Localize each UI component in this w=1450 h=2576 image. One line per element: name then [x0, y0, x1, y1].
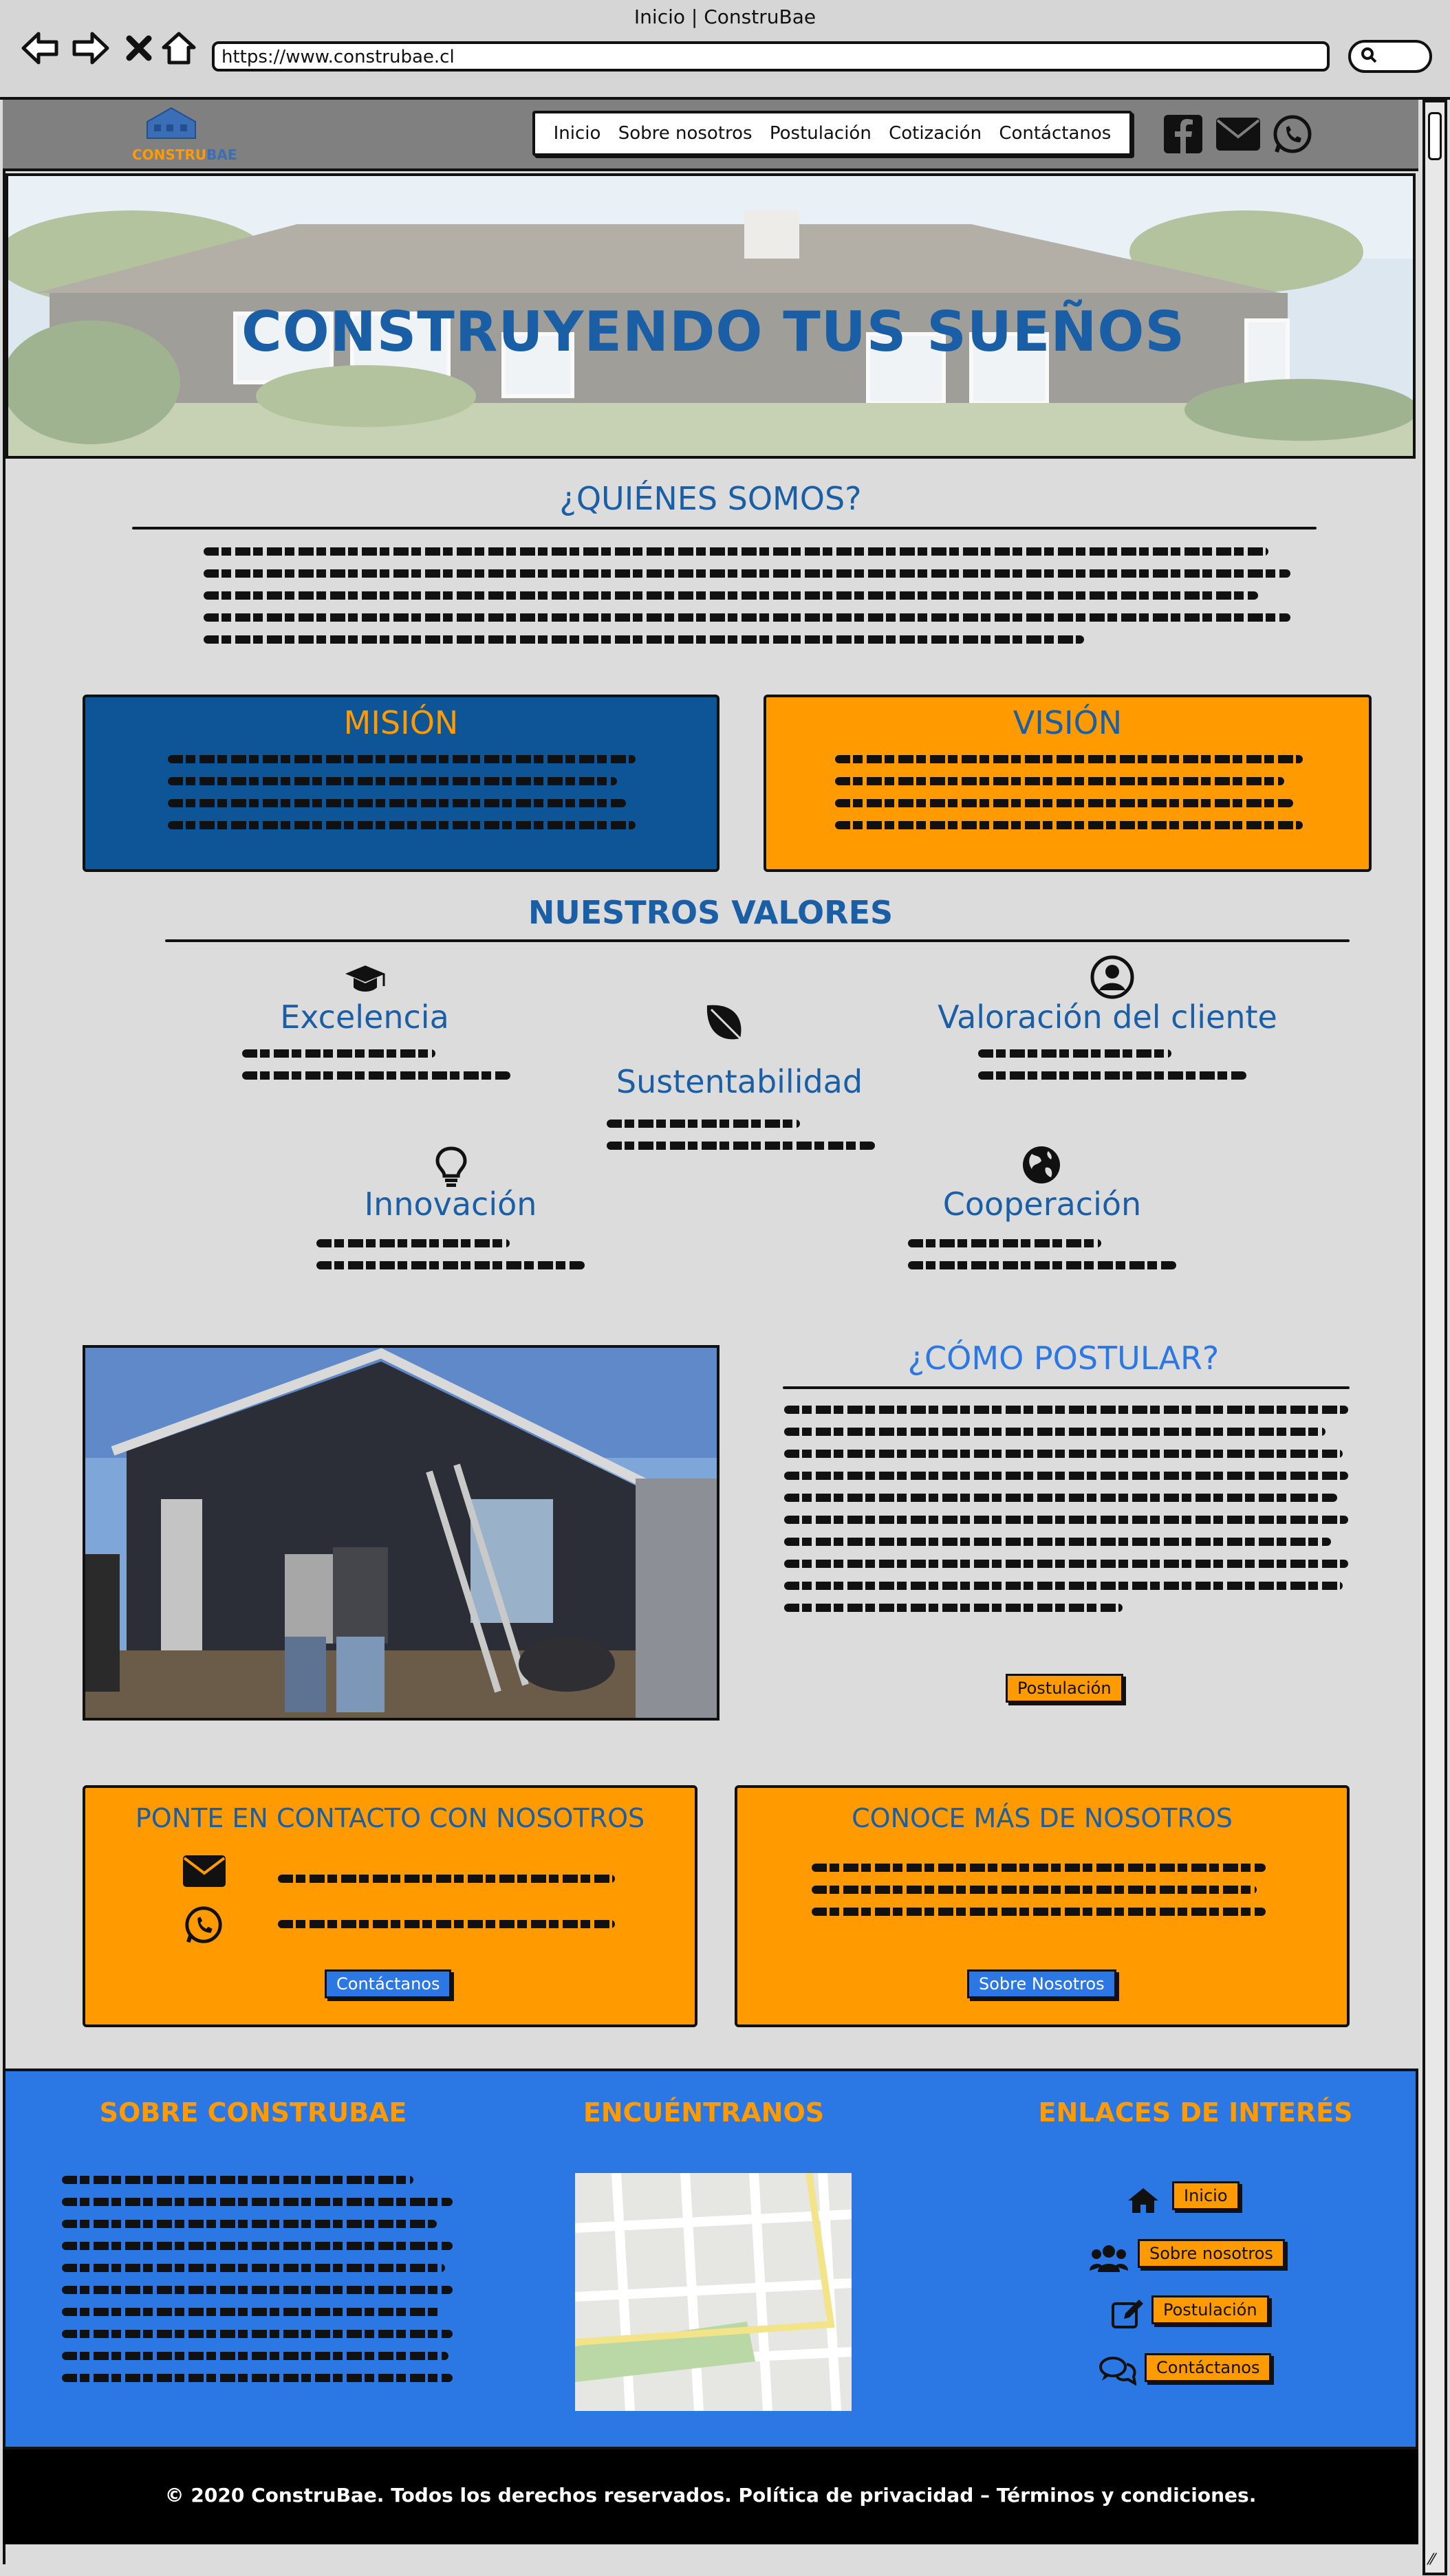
- footer-find-title: ENCUÉNTRANOS: [583, 2097, 825, 2128]
- postulacion-button[interactable]: Postulación: [1006, 1674, 1123, 1703]
- vision-box: VISIÓN: [764, 695, 1372, 872]
- contactanos-button[interactable]: Contáctanos: [325, 1969, 452, 1998]
- stop-icon[interactable]: [118, 28, 160, 69]
- logo[interactable]: CONSTRUBAE: [127, 105, 237, 166]
- conoce-box: CONOCE MÁS DE NOSOTROS Sobre Nosotros: [735, 1785, 1350, 2027]
- postular-title: ¿CÓMO POSTULAR?: [907, 1340, 1220, 1377]
- valor-cliente-text: [978, 1049, 1246, 1093]
- hero-banner: CONSTRUYENDO TUS SUEÑOS: [6, 173, 1416, 459]
- valor-innovacion: Innovación: [364, 1186, 537, 1223]
- lightbulb-icon: [435, 1146, 468, 1191]
- footer-link-postulacion[interactable]: Postulación: [1151, 2295, 1269, 2324]
- graduation-cap-icon: [344, 963, 387, 998]
- user-circle-icon: [1090, 954, 1135, 1003]
- contacto-title: PONTE EN CONTACTO CON NOSOTROS: [135, 1803, 645, 1833]
- nav-sobre-nosotros[interactable]: Sobre nosotros: [618, 123, 753, 144]
- mision-box: MISIÓN: [83, 695, 719, 872]
- divider: [132, 527, 1317, 530]
- valor-cooperacion-text: [908, 1239, 1176, 1283]
- address-bar[interactable]: https://www.construbae.cl: [212, 41, 1330, 72]
- footer-about-title: SOBRE CONSTRUBAE: [99, 2097, 407, 2128]
- globe-icon: [1021, 1144, 1062, 1188]
- footer-link-inicio[interactable]: Inicio: [1172, 2181, 1240, 2210]
- users-icon: [1090, 2243, 1128, 2276]
- home-icon[interactable]: [158, 28, 199, 69]
- site-header: CONSTRUBAE Inicio Sobre nosotros Postula…: [3, 100, 1418, 171]
- quienes-text: [204, 547, 1290, 657]
- valor-sustentabilidad-text: [607, 1120, 875, 1164]
- site-footer: SOBRE CONSTRUBAE ENCUÉNTRANOS ENLACES DE…: [3, 2069, 1418, 2449]
- back-arrow-icon[interactable]: [19, 28, 61, 69]
- leaf-icon: [702, 1000, 750, 1051]
- construction-image: [85, 1348, 717, 1718]
- main-nav: Inicio Sobre nosotros Postulación Cotiza…: [532, 111, 1132, 156]
- comments-icon: [1099, 2356, 1137, 2389]
- facebook-icon[interactable]: [1162, 113, 1208, 159]
- valor-cooperacion: Cooperación: [942, 1186, 1142, 1223]
- valores-title: NUESTROS VALORES: [528, 894, 894, 931]
- sobre-nosotros-button[interactable]: Sobre Nosotros: [967, 1969, 1116, 1998]
- valor-excelencia: Excelencia: [280, 998, 449, 1036]
- valor-cliente: Valoración del cliente: [938, 998, 1277, 1036]
- forward-arrow-icon[interactable]: [70, 28, 111, 69]
- scrollbar[interactable]: ⁄⁄: [1422, 100, 1447, 2575]
- browser-search[interactable]: [1348, 40, 1432, 73]
- footer-links-title: ENLACES DE INTERÉS: [1038, 2097, 1353, 2128]
- browser-chrome: Inicio | ConstruBae https://www.construb…: [0, 0, 1450, 100]
- divider: [165, 939, 1350, 942]
- contacto-box: PONTE EN CONTACTO CON NOSOTROS Contáctan…: [83, 1785, 697, 2027]
- valor-innovacion-text: [316, 1239, 585, 1283]
- valor-excelencia-text: [242, 1049, 510, 1093]
- window-title: Inicio | ConstruBae: [634, 6, 816, 28]
- logo-text: CONSTRU: [132, 146, 207, 163]
- map-image: [574, 2172, 852, 2412]
- copyright-bar: © 2020 ConstruBae. Todos los derechos re…: [3, 2449, 1418, 2544]
- quienes-title: ¿QUIÉNES SOMOS?: [559, 480, 862, 517]
- resize-grip-icon[interactable]: ⁄⁄: [1429, 2551, 1434, 2568]
- mision-title: MISIÓN: [343, 704, 459, 741]
- whatsapp-icon: [183, 1905, 224, 1949]
- hero-title: CONSTRUYENDO TUS SUEÑOS: [241, 300, 1186, 364]
- postular-text: [784, 1406, 1348, 1626]
- map[interactable]: [574, 2172, 852, 2412]
- valor-sustentabilidad: Sustentabilidad: [616, 1063, 863, 1100]
- footer-about-text: [62, 2176, 453, 2396]
- nav-inicio[interactable]: Inicio: [554, 123, 601, 144]
- mail-icon[interactable]: [1215, 116, 1260, 162]
- edit-icon: [1112, 2298, 1145, 2331]
- nav-contactanos[interactable]: Contáctanos: [999, 123, 1111, 144]
- logo-house-icon: [147, 107, 196, 139]
- copyright-text: © 2020 ConstruBae. Todos los derechos re…: [164, 2484, 1257, 2507]
- footer-link-contactanos[interactable]: Contáctanos: [1145, 2353, 1272, 2382]
- vision-title: VISIÓN: [1013, 704, 1123, 741]
- nav-postulacion[interactable]: Postulación: [770, 123, 872, 144]
- footer-link-sobre-nosotros[interactable]: Sobre nosotros: [1138, 2239, 1285, 2268]
- whatsapp-icon[interactable]: [1271, 113, 1317, 159]
- scroll-thumb[interactable]: [1428, 112, 1442, 160]
- search-icon: [1361, 47, 1377, 67]
- workers-photo: [83, 1345, 719, 1721]
- nav-cotizacion[interactable]: Cotización: [889, 123, 982, 144]
- home-icon: [1127, 2187, 1160, 2217]
- conoce-title: CONOCE MÁS DE NOSOTROS: [852, 1803, 1233, 1833]
- mail-icon: [182, 1854, 227, 1891]
- divider: [783, 1386, 1350, 1389]
